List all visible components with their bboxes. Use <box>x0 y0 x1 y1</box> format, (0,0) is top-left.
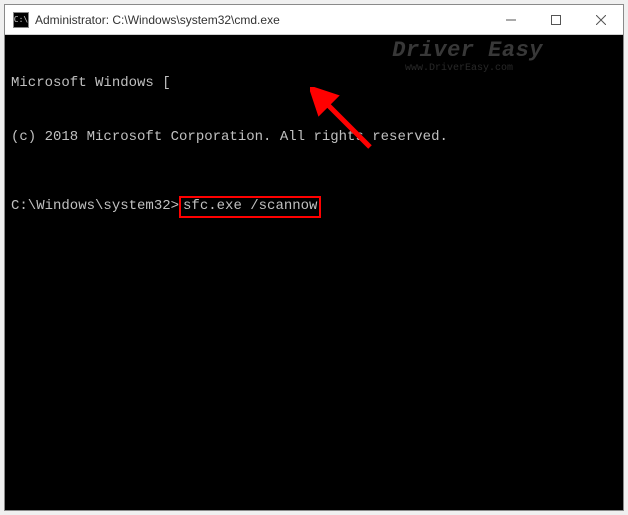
command-highlight-box: sfc.exe /scannow <box>179 196 321 218</box>
maximize-icon <box>551 15 561 25</box>
console-header-line: Microsoft Windows [ <box>11 75 617 93</box>
window-title: Administrator: C:\Windows\system32\cmd.e… <box>35 13 488 27</box>
titlebar: C:\ Administrator: C:\Windows\system32\c… <box>5 5 623 35</box>
close-button[interactable] <box>578 5 623 34</box>
annotation-arrow-icon <box>310 87 390 167</box>
cmd-window: C:\ Administrator: C:\Windows\system32\c… <box>4 4 624 511</box>
command-text: sfc.exe /scannow <box>183 198 317 214</box>
cmd-icon: C:\ <box>13 12 29 28</box>
prompt-text: C:\Windows\system32> <box>11 198 179 216</box>
minimize-button[interactable] <box>488 5 533 34</box>
minimize-icon <box>506 15 516 25</box>
window-controls <box>488 5 623 34</box>
console-copyright-line: (c) 2018 Microsoft Corporation. All righ… <box>11 129 617 147</box>
prompt-line: C:\Windows\system32>sfc.exe /scannow <box>11 196 321 218</box>
maximize-button[interactable] <box>533 5 578 34</box>
close-icon <box>596 15 606 25</box>
watermark-brand: Driver Easy <box>392 37 543 65</box>
console-area[interactable]: Microsoft Windows [ (c) 2018 Microsoft C… <box>5 35 623 510</box>
